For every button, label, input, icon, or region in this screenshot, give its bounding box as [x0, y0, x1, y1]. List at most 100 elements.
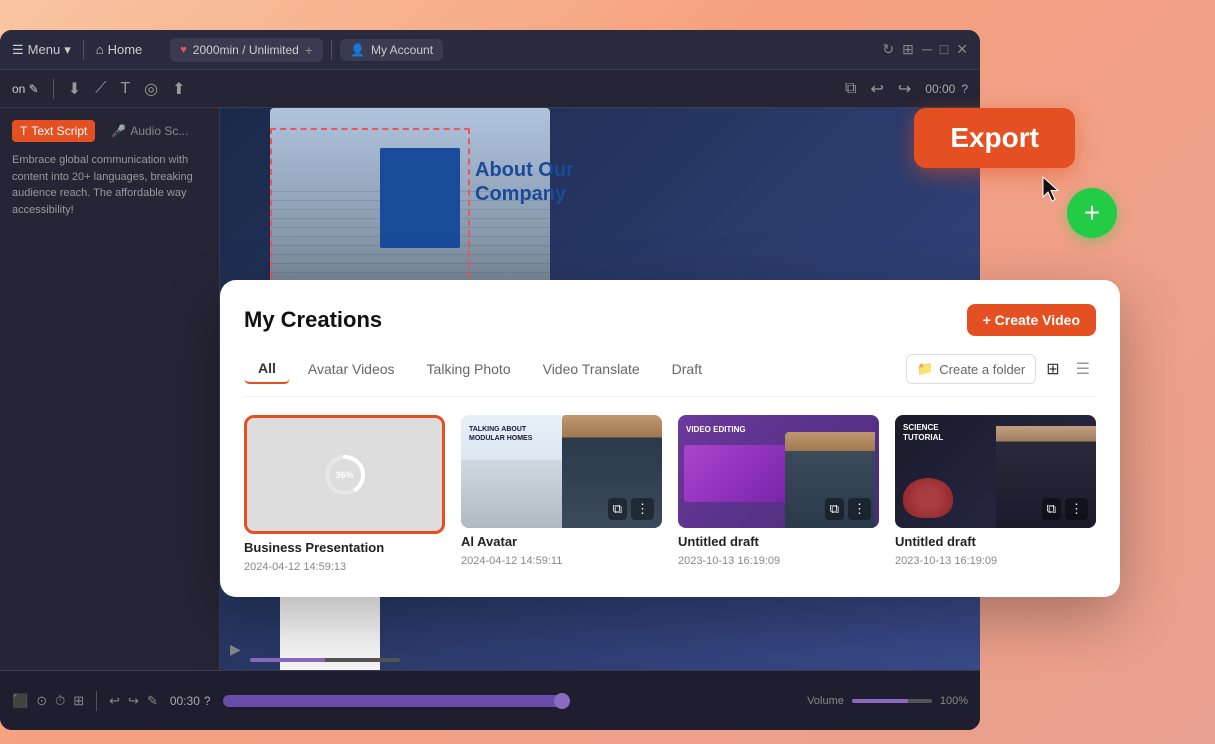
more-action-icon[interactable]: ⋮	[631, 498, 654, 520]
creation-item-3[interactable]: VIDEO EDITING ⧉ ⋮ Untitled draft 2023-10…	[678, 415, 879, 573]
script-content: Embrace global communication with conten…	[12, 152, 207, 218]
account-icon: 👤	[350, 43, 365, 57]
playback-track	[250, 658, 400, 662]
tab-video-translate[interactable]: Video Translate	[529, 355, 654, 383]
creation-date-2: 2024-04-12 14:59:11	[461, 555, 662, 567]
creations-grid: BUSINESSPRESENTATIONTEMPLATE 36% Busines…	[244, 415, 1096, 573]
grid-view-button[interactable]: ⊞	[1040, 355, 1065, 383]
my-creations-modal: My Creations + Create Video All Avatar V…	[220, 280, 1120, 597]
toolbar-divider	[53, 79, 54, 99]
home-icon: ⌂	[96, 42, 104, 57]
timeline-icon-4[interactable]: ⊞	[73, 693, 84, 709]
slide-accent-rect	[380, 148, 460, 248]
download-icon[interactable]: ⬇	[68, 79, 81, 99]
mic-icon: 🎤	[111, 124, 126, 138]
view-toggle: ⊞ ☰	[1040, 355, 1096, 383]
maximize-icon[interactable]: □	[940, 41, 948, 58]
timeline-track	[223, 695, 796, 707]
menu-icon: ☰	[12, 42, 24, 58]
volume-fill	[852, 699, 908, 703]
creation-thumb-4: SCIENCETUTORIAL ⧉ ⋮	[895, 415, 1096, 528]
script-tabs: T Text Script 🎤 Audio Sc...	[12, 120, 207, 142]
divider	[83, 40, 84, 60]
tab-minutes[interactable]: ♥ 2000min / Unlimited +	[170, 38, 323, 62]
time-display: 00:00 ?	[925, 82, 968, 96]
creation-name-4: Untitled draft	[895, 534, 1096, 549]
menu-chevron-icon: ▾	[64, 42, 71, 58]
create-folder-button[interactable]: 📁 Create a folder	[906, 354, 1036, 384]
creation-thumb-3: VIDEO EDITING ⧉ ⋮	[678, 415, 879, 528]
creation-actions-3: ⧉ ⋮	[825, 498, 871, 520]
heart-icon: ♥	[180, 44, 187, 56]
window-controls: ↻ ⊞ ─ □ ✕	[882, 41, 968, 58]
audio-script-tab[interactable]: 🎤 Audio Sc...	[103, 120, 196, 142]
tab-add-icon[interactable]: +	[305, 42, 313, 58]
on-label: on ✎	[12, 82, 39, 96]
thumb-2-text: TALKING ABOUTMODULAR HOMES	[469, 425, 532, 443]
menu-button[interactable]: ☰ Menu ▾	[12, 42, 71, 58]
folder-icon: 📁	[917, 361, 933, 377]
creation-thumb-1: BUSINESSPRESENTATIONTEMPLATE 36%	[244, 415, 445, 534]
minimize-icon[interactable]: ─	[922, 41, 932, 58]
timeline-icon-1[interactable]: ⬛	[12, 693, 28, 709]
thumb-brain	[903, 478, 953, 518]
secondary-toolbar: on ✎ ⬇ ⟋ T ◎ ⬆ ⧉ ↩ ↪ 00:00 ?	[0, 70, 980, 108]
text-script-tab[interactable]: T Text Script	[12, 120, 95, 142]
tab-avatar-videos[interactable]: Avatar Videos	[294, 355, 409, 383]
home-button[interactable]: ⌂ Home	[96, 42, 143, 57]
more-action-icon-4[interactable]: ⋮	[1065, 498, 1088, 520]
tab-draft[interactable]: Draft	[658, 355, 716, 383]
undo-icon[interactable]: ↩	[870, 79, 883, 99]
cursor-icon	[1039, 175, 1063, 203]
grid-icon[interactable]: ⊞	[902, 41, 914, 58]
thumb-building	[461, 460, 572, 528]
create-video-button[interactable]: + Create Video	[967, 304, 1096, 336]
tab-talking-photo[interactable]: Talking Photo	[413, 355, 525, 383]
creation-actions-4: ⧉ ⋮	[1042, 498, 1088, 520]
timeline-divider	[96, 691, 97, 711]
list-view-button[interactable]: ☰	[1070, 355, 1096, 383]
thumb-4-text: SCIENCETUTORIAL	[903, 423, 943, 442]
creation-name-3: Untitled draft	[678, 534, 879, 549]
timeline-time-display: 00:30 ?	[170, 694, 211, 708]
more-action-icon-3[interactable]: ⋮	[848, 498, 871, 520]
redo-tl-icon[interactable]: ↪	[128, 693, 139, 709]
timeline-icon-2[interactable]: ⊙	[36, 693, 47, 709]
creation-name-2: Al Avatar	[461, 534, 662, 549]
creation-date-3: 2023-10-13 16:19:09	[678, 555, 879, 567]
copy-action-icon[interactable]: ⧉	[608, 498, 627, 520]
text-icon[interactable]: T	[120, 80, 130, 98]
timeline-icon-3[interactable]: ⏱	[55, 693, 65, 709]
creation-item-2[interactable]: TALKING ABOUTMODULAR HOMES ⧉ ⋮ Al Avatar…	[461, 415, 662, 573]
upload-icon[interactable]: ⬆	[172, 79, 185, 99]
playback-fill	[250, 658, 325, 662]
undo-tl-icon[interactable]: ↩	[109, 693, 120, 709]
copy-action-icon-3[interactable]: ⧉	[825, 498, 844, 520]
playback-controls: ↩ ↪ ✎	[109, 693, 158, 709]
slide-title: About Our Company	[475, 158, 574, 206]
slash-icon[interactable]: ⟋	[95, 80, 106, 98]
tab-all[interactable]: All	[244, 354, 290, 384]
copy-action-icon-4[interactable]: ⧉	[1042, 498, 1061, 520]
pen-tl-icon[interactable]: ✎	[147, 693, 158, 709]
volume-control: Volume 100%	[807, 695, 968, 707]
text-icon: T	[20, 124, 27, 138]
account-tab[interactable]: 👤 My Account	[340, 39, 443, 61]
redo-icon[interactable]: ↪	[898, 79, 911, 99]
help-icon[interactable]: ?	[961, 82, 968, 96]
volume-track[interactable]	[852, 699, 932, 703]
progress-ring	[323, 453, 367, 497]
thumb-screen	[684, 445, 795, 502]
add-button[interactable]: +	[1067, 188, 1117, 238]
copy-icon[interactable]: ⧉	[845, 80, 856, 98]
creation-item-1[interactable]: BUSINESSPRESENTATIONTEMPLATE 36% Busines…	[244, 415, 445, 573]
modal-tabs: All Avatar Videos Talking Photo Video Tr…	[244, 354, 1096, 397]
close-icon[interactable]: ✕	[956, 41, 968, 58]
shape-icon[interactable]: ◎	[144, 79, 158, 99]
refresh-icon[interactable]: ↻	[882, 41, 894, 58]
thumb-3-text: VIDEO EDITING	[686, 425, 746, 435]
creation-item-4[interactable]: SCIENCETUTORIAL ⧉ ⋮ Untitled draft 2023-…	[895, 415, 1096, 573]
creation-thumb-2: TALKING ABOUTMODULAR HOMES ⧉ ⋮	[461, 415, 662, 528]
play-button[interactable]: ▶	[230, 641, 241, 658]
export-button[interactable]: Export	[914, 108, 1075, 168]
